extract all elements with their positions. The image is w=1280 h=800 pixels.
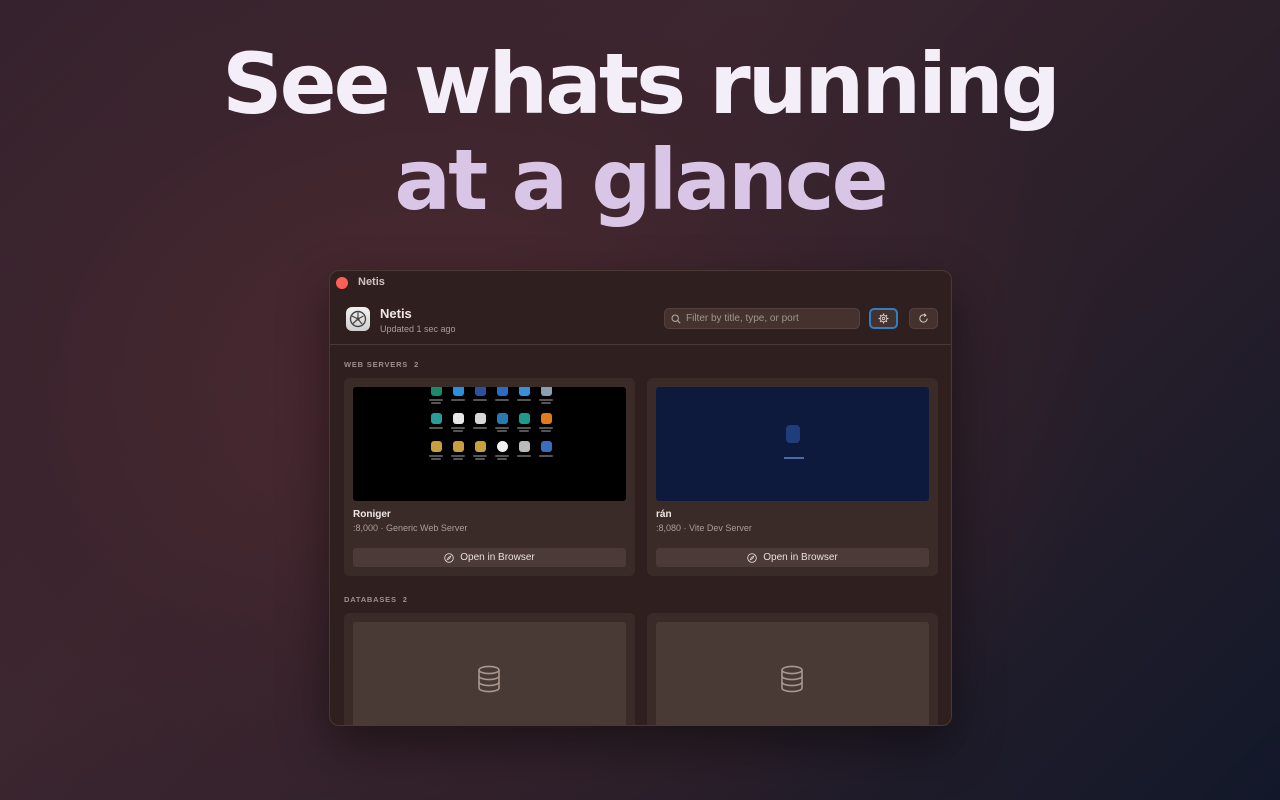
app-name: Netis [380, 306, 412, 321]
section-count: 2 [402, 595, 408, 604]
section-web-servers: WEB SERVERS 2 [344, 360, 419, 369]
server-port-type: :8,080 · Vite Dev Server [656, 523, 752, 533]
app-header: Netis Updated 1 sec ago [330, 295, 951, 345]
refresh-button[interactable] [909, 308, 938, 329]
updated-status: Updated 1 sec ago [380, 324, 456, 334]
open-in-browser-label: Open in Browser [460, 552, 535, 563]
netis-app-icon [346, 307, 370, 331]
section-label: WEB SERVERS [344, 360, 409, 369]
refresh-icon [919, 313, 928, 323]
section-databases: DATABASES 2 [344, 595, 408, 604]
database-card[interactable] [344, 613, 635, 725]
database-icon [781, 665, 803, 693]
open-in-browser-button[interactable]: Open in Browser [656, 548, 929, 567]
server-card[interactable]: rán :8,080 · Vite Dev Server Open in Bro… [647, 378, 938, 576]
settings-button[interactable] [869, 308, 898, 329]
hero-headline: See whats running at a glance [0, 36, 1280, 228]
server-title: rán [656, 509, 672, 520]
server-port-type: :8,000 · Generic Web Server [353, 523, 468, 533]
loading-indicator [784, 457, 804, 459]
section-count: 2 [414, 360, 420, 369]
search-icon [671, 313, 681, 324]
close-window-button[interactable] [336, 277, 348, 289]
open-in-browser-label: Open in Browser [763, 552, 838, 563]
server-preview-thumbnail [656, 387, 929, 501]
database-icon [478, 665, 500, 693]
hero-line-1: See whats running [222, 35, 1061, 133]
database-preview-thumbnail [656, 622, 929, 725]
database-preview-thumbnail [353, 622, 626, 725]
search-input[interactable] [686, 313, 856, 324]
preview-app-grid [425, 387, 555, 469]
database-card[interactable] [647, 613, 938, 725]
window-title: Netis [358, 276, 385, 288]
server-preview-thumbnail [353, 387, 626, 501]
open-in-browser-button[interactable]: Open in Browser [353, 548, 626, 567]
gear-icon [878, 313, 889, 324]
compass-icon [747, 552, 758, 563]
search-field[interactable] [664, 308, 860, 329]
server-card[interactable]: Roniger :8,000 · Generic Web Server Open… [344, 378, 635, 576]
title-bar: Netis [330, 271, 951, 295]
app-window: Netis Netis Updated 1 sec ago Filter by … [329, 270, 952, 726]
server-title: Roniger [353, 509, 391, 520]
section-label: DATABASES [344, 595, 397, 604]
loading-logo-icon [786, 425, 800, 443]
hero-line-2: at a glance [394, 131, 888, 229]
compass-icon [444, 552, 455, 563]
